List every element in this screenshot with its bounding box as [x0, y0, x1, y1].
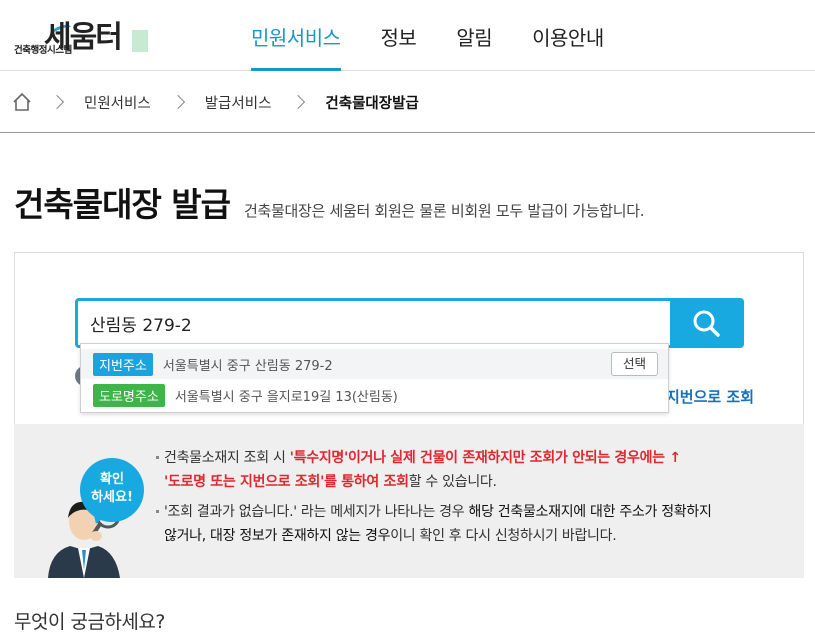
jibun-address-text: 서울특별시 중구 산림동 279-2 [162, 358, 333, 374]
notice-text-emphasis: 해당 건축물소재지에 대한 주소가 정확하지 [468, 504, 712, 520]
notice-text-plain: '조회 결과가 없습니다.' 라는 메세지가 나타나는 경우 [164, 504, 469, 520]
main-nav: 민원서비스 정보 알림 이용안내 [251, 0, 644, 71]
logo-accent [132, 30, 148, 52]
page-title: 건축물대장 발급 [14, 185, 231, 224]
search-by-jibun-link[interactable]: 지번으로 조회 [666, 386, 754, 407]
notice-text-plain: 이니 확인 후 다시 신청하시기 바랍니다. [390, 528, 617, 544]
breadcrumb-issue-service[interactable]: 발급서비스 [205, 92, 272, 113]
chevron-right-icon [291, 94, 306, 110]
notice-line-1: 건축물소재지 조회 시 '특수지명'이거나 실제 건물이 존재하지만 조회가 안… [156, 446, 784, 470]
logo-sub-text: 건축행정시스템 [14, 45, 72, 56]
nav-notice[interactable]: 알림 [456, 0, 492, 71]
check-bubble: 확인 하세요! [80, 458, 144, 522]
notice-text: 건축물소재지 조회 시 '특수지명'이거나 실제 건물이 존재하지만 조회가 안… [156, 446, 784, 548]
search-icon [693, 310, 720, 337]
select-button[interactable]: 선택 [611, 352, 658, 376]
breadcrumb: 민원서비스 발급서비스 건축물대장발급 [0, 72, 815, 133]
notice-line-3: '조회 결과가 없습니다.' 라는 메세지가 나타나는 경우 해당 건축물소재지… [156, 500, 784, 524]
nav-info[interactable]: 정보 [381, 0, 417, 71]
notice-text-plain: 할 수 있습니다. [408, 474, 497, 490]
autocomplete-item-jibun[interactable]: 지번주소 서울특별시 중구 산림동 279-2 선택 [81, 349, 668, 379]
breadcrumb-current: 건축물대장발급 [325, 95, 419, 112]
site-header: 세움터 건축행정시스템 민원서비스 정보 알림 이용안내 [0, 0, 815, 71]
jibun-address-badge: 지번주소 [93, 352, 153, 376]
road-address-badge: 도로명주소 [93, 383, 165, 407]
page-description: 건축물대장은 세움터 회원은 물론 비회원 모두 발급이 가능합니다. [244, 202, 645, 220]
breadcrumb-civil-service[interactable]: 민원서비스 [84, 92, 151, 113]
chevron-right-icon [170, 94, 185, 110]
notice-text-highlight: '특수지명'이거나 실제 건물이 존재하지만 조회가 안되는 경우에는 ↑ [289, 450, 681, 466]
chevron-right-icon [49, 94, 65, 110]
notice-line-2: '도로명 또는 지번으로 조회'를 통하여 조회할 수 있습니다. [164, 470, 784, 494]
nav-guide[interactable]: 이용안내 [532, 0, 604, 71]
bubble-line-1: 확인 [100, 472, 124, 487]
autocomplete-item-road[interactable]: 도로명주소 서울특별시 중구 을지로19길 13(산림동) [81, 380, 668, 410]
notice-box: 확인 하세요! 건축물소재지 조회 시 '특수지명'이거나 실제 건물이 존재하… [14, 424, 804, 578]
search-bar [75, 298, 744, 348]
notice-text-plain: 건축물소재지 조회 시 [164, 450, 290, 466]
search-button[interactable] [670, 298, 744, 348]
breadcrumb-items: 민원서비스 발급서비스 건축물대장발급 [48, 72, 419, 132]
bubble-line-2: 하세요! [91, 490, 133, 505]
road-address-text: 서울특별시 중구 을지로19길 13(산림동) [174, 389, 398, 405]
home-icon[interactable] [12, 92, 32, 112]
notice-text-highlight: '도로명 또는 지번으로 조회'를 통하여 조회 [164, 474, 409, 490]
faq-heading: 무엇이 궁금하세요? [14, 611, 165, 633]
notice-text-emphasis: 않거나, 대장 정보가 존재하지 않는 경우 [164, 528, 391, 544]
notice-line-4: 않거나, 대장 정보가 존재하지 않는 경우이니 확인 후 다시 신청하시기 바… [164, 524, 784, 548]
search-input[interactable] [78, 301, 667, 345]
logo[interactable]: 세움터 건축행정시스템 [14, 16, 154, 58]
title-row: 건축물대장 발급 건축물대장은 세움터 회원은 물론 비회원 모두 발급이 가능… [14, 178, 645, 226]
nav-civil-service[interactable]: 민원서비스 [251, 0, 341, 71]
autocomplete-dropdown: 지번주소 서울특별시 중구 산림동 279-2 선택 도로명주소 서울특별시 중… [80, 343, 669, 413]
